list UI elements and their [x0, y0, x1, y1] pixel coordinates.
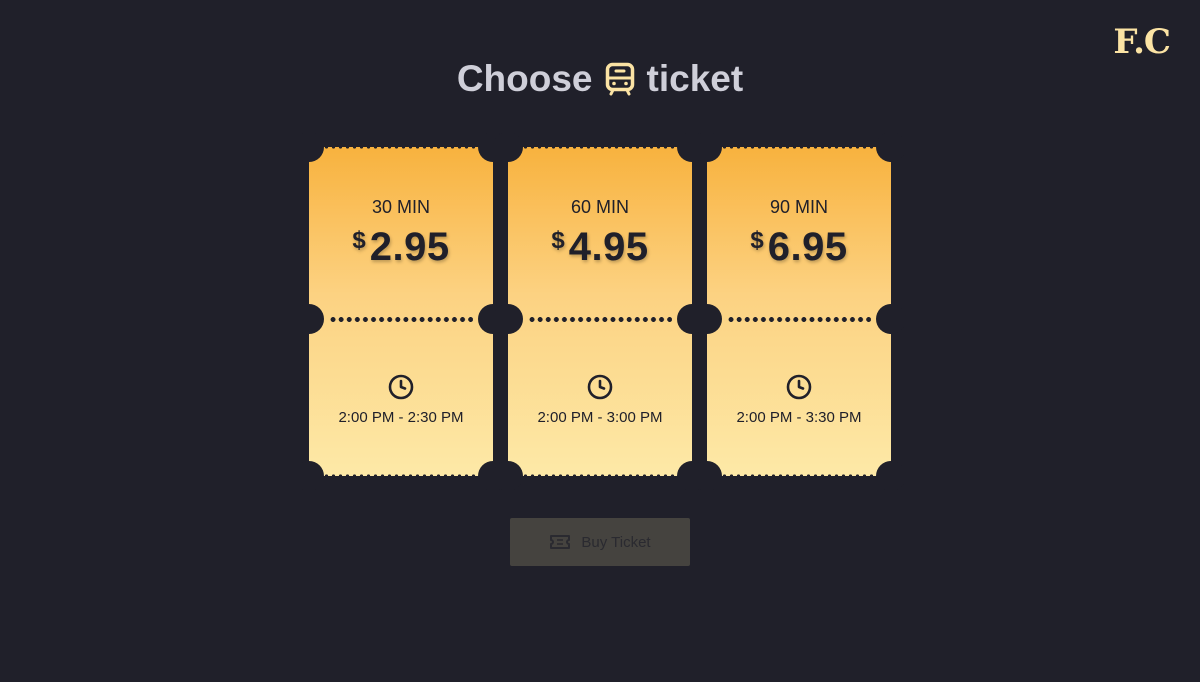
clock-icon [785, 373, 813, 401]
ticket-time-range: 2:00 PM - 2:30 PM [338, 409, 464, 426]
ticket-notch [876, 132, 906, 162]
title-text-before: Choose [456, 58, 593, 99]
ticket-notch [692, 461, 722, 491]
ticket-time-range: 2:00 PM - 3:00 PM [537, 409, 663, 426]
ticket-price: $ 4.95 [508, 225, 692, 270]
price-amount: 6.95 [767, 225, 848, 269]
ticket-duration: 60 MIN [570, 197, 630, 217]
price-amount: 2.95 [369, 225, 450, 269]
ticket-duration: 30 MIN [371, 197, 431, 217]
ticket-notch [493, 132, 523, 162]
brand-logo[interactable]: F.C [1113, 22, 1171, 62]
ticket-perforation [329, 317, 473, 322]
price-amount: 4.95 [568, 225, 649, 269]
ticket-notch [294, 304, 324, 334]
bus-icon [605, 62, 635, 96]
ticket-option-90-min[interactable]: 90 MIN $ 6.95 2:00 PM - 3:30 PM [692, 132, 906, 491]
ticket-notch [493, 461, 523, 491]
ticket-perforation [528, 317, 672, 322]
ticket-duration: 90 MIN [769, 197, 829, 217]
ticket-page: F.C Choose ticket 30 MIN $ 2.95 2:00 PM … [0, 0, 1200, 682]
ticket-notch [876, 304, 906, 334]
ticket-options: 30 MIN $ 2.95 2:00 PM - 2:30 PM 60 MIN $… [294, 132, 906, 491]
ticket-price: $ 6.95 [707, 225, 891, 270]
ticket-price: $ 2.95 [309, 225, 493, 270]
ticket-perforation [727, 317, 871, 322]
currency-symbol: $ [352, 227, 366, 254]
ticket-notch [294, 461, 324, 491]
ticket-time-range: 2:00 PM - 3:30 PM [736, 409, 862, 426]
ticket-option-30-min[interactable]: 30 MIN $ 2.95 2:00 PM - 2:30 PM [294, 132, 508, 491]
buy-ticket-label: Buy Ticket [581, 533, 651, 551]
ticket-notch [493, 304, 523, 334]
ticket-icon [549, 534, 571, 550]
clock-icon [387, 373, 415, 401]
ticket-notch [876, 461, 906, 491]
buy-ticket-button[interactable]: Buy Ticket [510, 518, 690, 566]
clock-icon [586, 373, 614, 401]
ticket-option-60-min[interactable]: 60 MIN $ 4.95 2:00 PM - 3:00 PM [493, 132, 707, 491]
ticket-notch [692, 304, 722, 334]
page-title: Choose ticket [0, 58, 1200, 100]
currency-symbol: $ [551, 227, 565, 254]
currency-symbol: $ [750, 227, 764, 254]
ticket-notch [692, 132, 722, 162]
title-text-after: ticket [646, 58, 744, 99]
ticket-notch [294, 132, 324, 162]
